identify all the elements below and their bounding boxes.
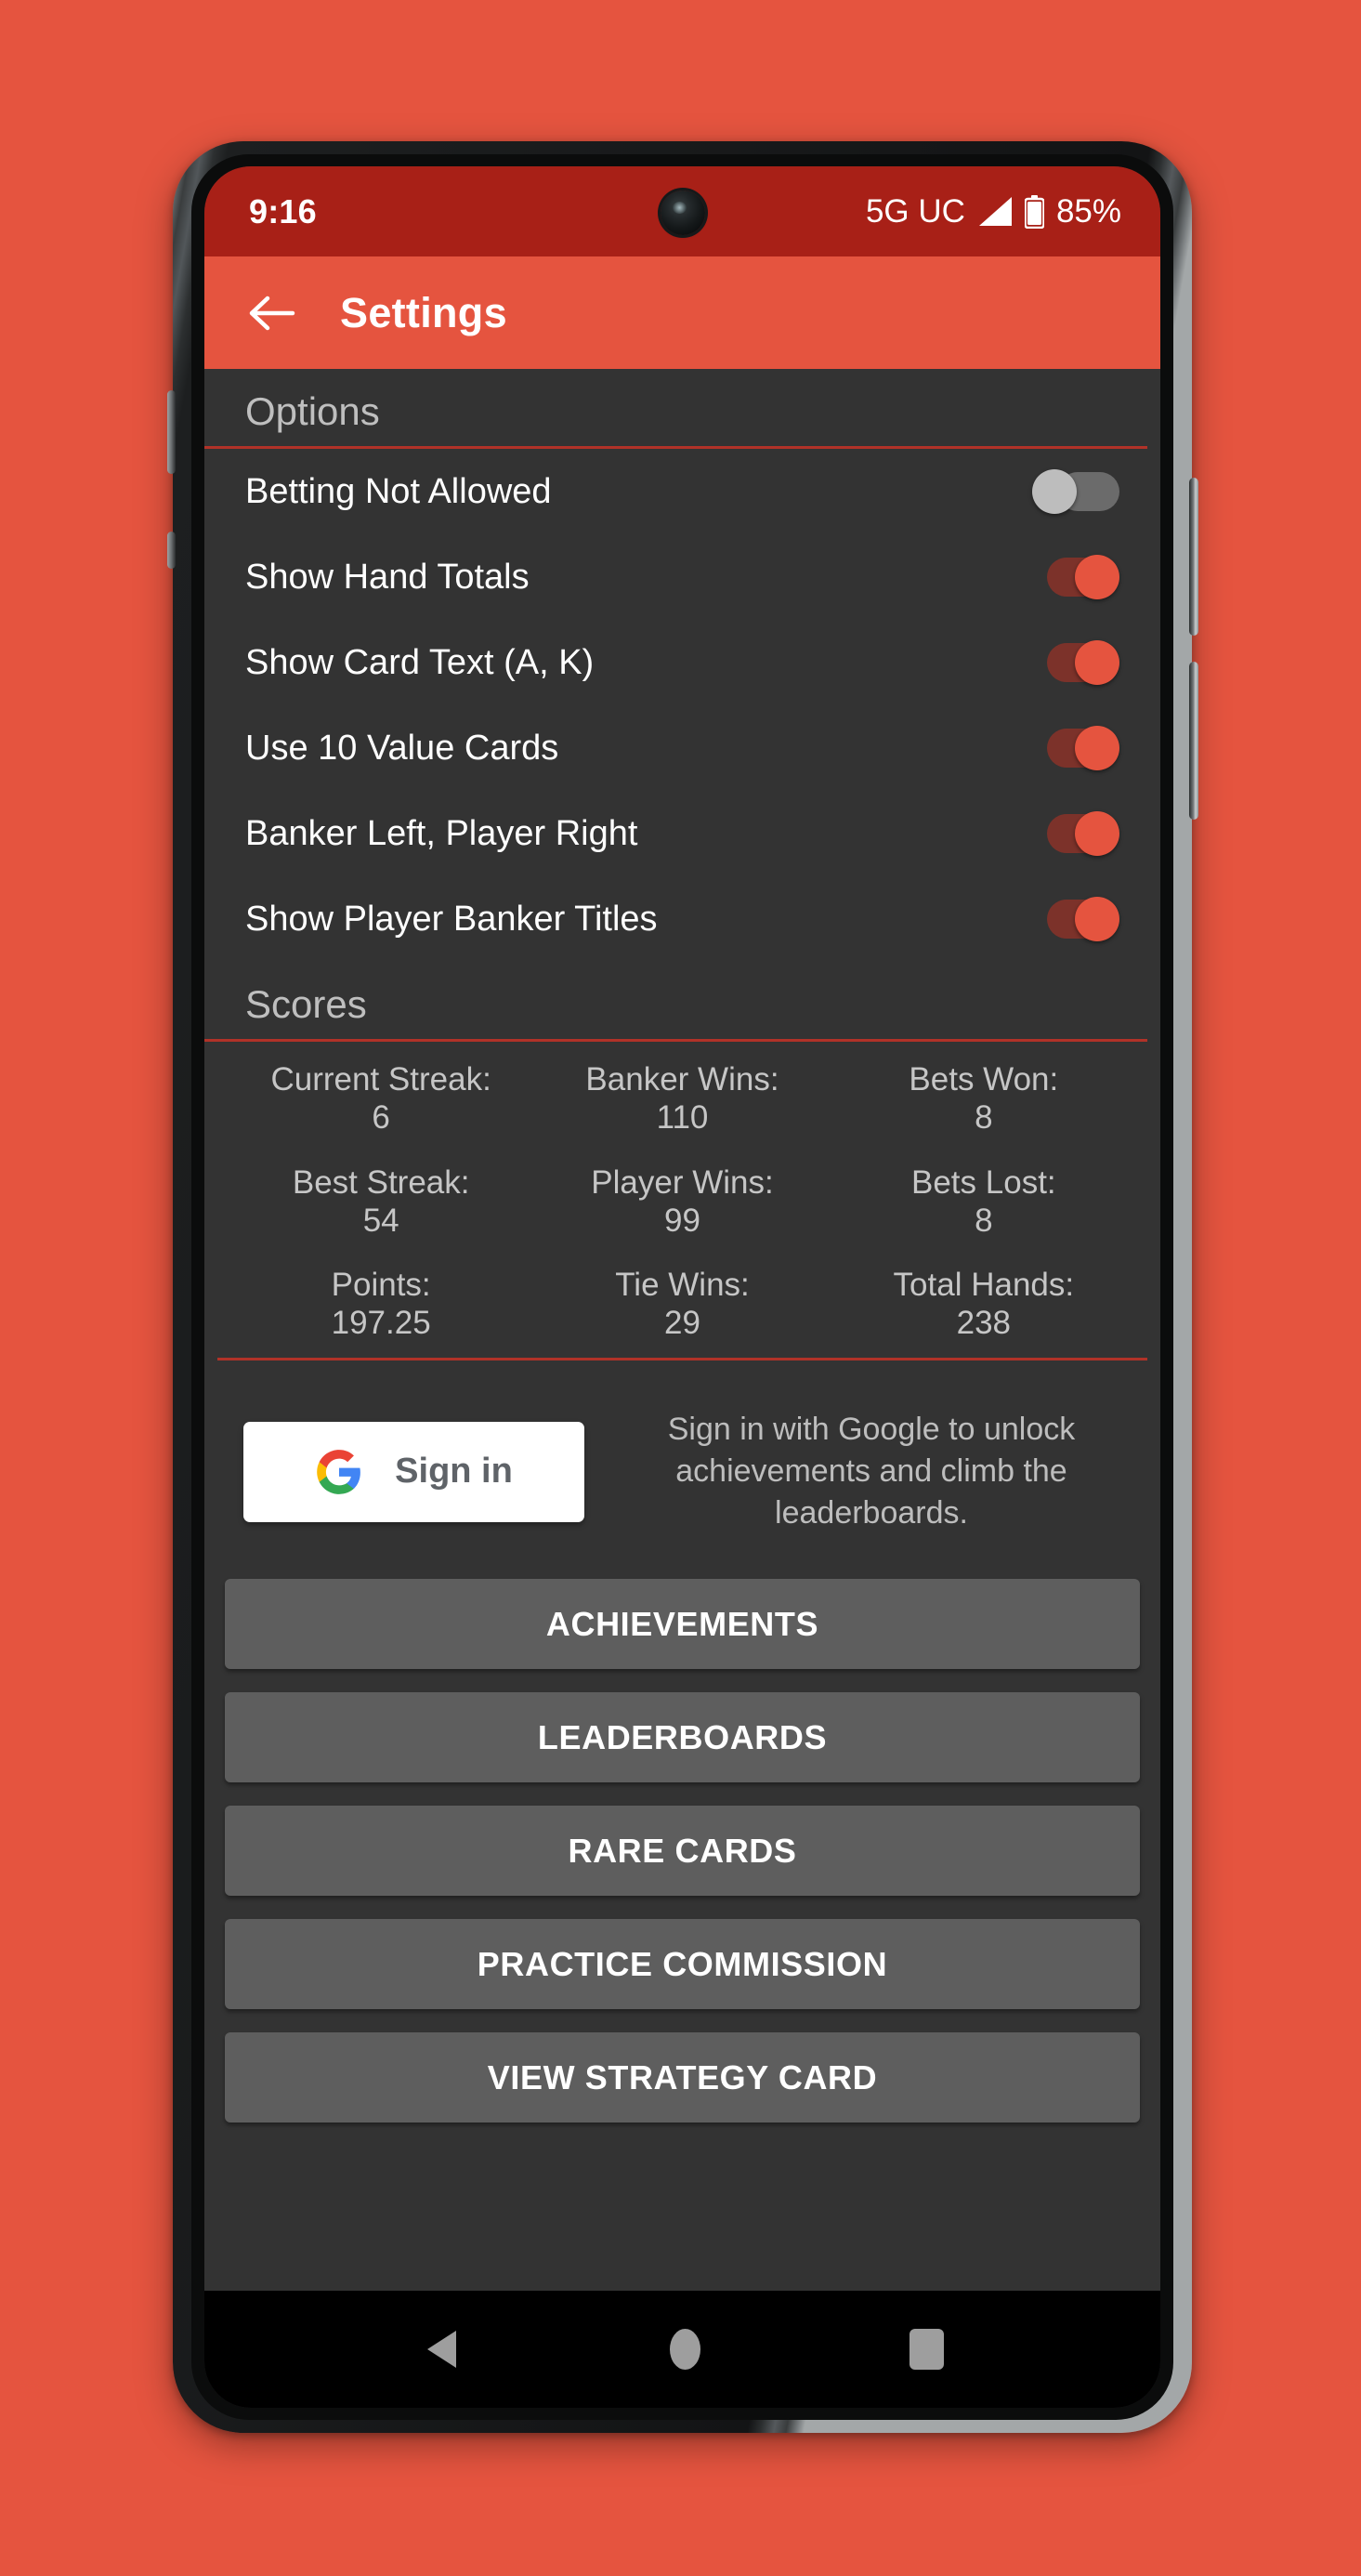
phone-screen: 9:16 5G UC 85% Settings Options Betting … [204, 166, 1160, 2408]
nav-back-icon[interactable] [421, 2327, 461, 2372]
toggle-thumb [1032, 469, 1077, 514]
status-bar-clock: 9:16 [249, 191, 317, 230]
option-label: Betting Not Allowed [245, 471, 552, 511]
toggle-thumb [1075, 555, 1119, 599]
app-bar: Settings [204, 256, 1160, 369]
nav-home-icon[interactable] [669, 2329, 700, 2370]
toggle-use-10-value-cards[interactable] [1032, 726, 1119, 770]
score-label: Points: [331, 1267, 431, 1304]
scores-section-header: Scores [204, 962, 1147, 1042]
back-arrow-icon[interactable] [249, 294, 295, 333]
toggle-banker-left-player-right[interactable] [1032, 811, 1119, 856]
nav-recents-icon[interactable] [910, 2329, 945, 2370]
score-cell: Total Hands: 238 [833, 1255, 1134, 1358]
score-value: 99 [664, 1202, 700, 1239]
volume-up-button[interactable] [1189, 478, 1198, 636]
rare-cards-button[interactable]: RARE CARDS [225, 1806, 1140, 1897]
score-value: 197.25 [331, 1305, 431, 1342]
score-cell: Current Streak: 6 [230, 1049, 531, 1152]
score-label: Banker Wins: [585, 1061, 779, 1097]
option-row[interactable]: Show Card Text (A, K) [204, 620, 1147, 705]
toggle-thumb [1075, 726, 1119, 770]
score-cell: Player Wins: 99 [531, 1152, 832, 1255]
power-button[interactable] [167, 390, 176, 474]
score-label: Bets Won: [909, 1061, 1059, 1097]
sign-in-description: Sign in with Google to unlock achievemen… [667, 1411, 1076, 1531]
settings-content: Options Betting Not Allowed Show Hand To… [204, 369, 1160, 2291]
achievements-button[interactable]: ACHIEVEMENTS [225, 1579, 1140, 1670]
toggle-show-player-banker-titles[interactable] [1032, 897, 1119, 941]
google-sign-in-button[interactable]: Sign in [243, 1421, 584, 1522]
toggle-show-card-text[interactable] [1032, 640, 1119, 685]
score-value: 29 [664, 1305, 700, 1342]
status-bar-indicators: 5G UC 85% [866, 193, 1121, 230]
option-row[interactable]: Banker Left, Player Right [204, 791, 1147, 876]
front-camera-punch-hole [660, 191, 705, 235]
option-row[interactable]: Betting Not Allowed [204, 449, 1147, 534]
signal-triangle-icon [978, 197, 1012, 226]
page-title: Settings [340, 288, 507, 336]
score-value: 238 [956, 1305, 1012, 1342]
option-label: Show Hand Totals [245, 557, 530, 597]
score-value: 6 [372, 1099, 390, 1137]
google-sign-in-label: Sign in [395, 1452, 513, 1492]
score-value: 54 [362, 1202, 399, 1239]
score-value: 8 [975, 1099, 993, 1137]
view-strategy-card-button[interactable]: VIEW STRATEGY CARD [225, 2032, 1140, 2123]
power-button-secondary[interactable] [167, 532, 176, 569]
option-label: Show Player Banker Titles [245, 899, 658, 939]
battery-icon [1024, 194, 1044, 229]
network-label: 5G UC [865, 192, 965, 230]
score-cell: Points: 197.25 [230, 1255, 531, 1358]
option-label: Banker Left, Player Right [245, 813, 638, 853]
score-cell: Tie Wins: 29 [531, 1255, 832, 1358]
google-signin-block: Sign in Sign in with Google to unlock ac… [204, 1360, 1160, 1580]
score-cell: Best Streak: 54 [230, 1152, 531, 1255]
scores-grid: Current Streak: 6 Banker Wins: 110 Bets … [217, 1042, 1147, 1360]
toggle-thumb [1075, 897, 1119, 941]
android-nav-bar [204, 2291, 1160, 2408]
score-cell: Bets Lost: 8 [833, 1152, 1134, 1255]
leaderboards-button[interactable]: LEADERBOARDS [225, 1692, 1140, 1783]
options-list: Betting Not Allowed Show Hand Totals Sho… [204, 449, 1160, 962]
option-row[interactable]: Show Hand Totals [204, 534, 1147, 620]
score-cell: Bets Won: 8 [833, 1049, 1134, 1152]
score-label: Current Streak: [270, 1061, 491, 1097]
toggle-thumb [1075, 811, 1119, 856]
google-g-icon [317, 1449, 361, 1494]
score-value: 110 [656, 1099, 709, 1137]
toggle-show-hand-totals[interactable] [1032, 555, 1119, 599]
score-label: Tie Wins: [615, 1267, 750, 1304]
toggle-thumb [1075, 640, 1119, 685]
options-section-header: Options [204, 369, 1147, 449]
option-label: Show Card Text (A, K) [245, 642, 595, 682]
toggle-betting-not-allowed[interactable] [1032, 469, 1119, 514]
phone-frame: 9:16 5G UC 85% Settings Options Betting … [167, 141, 1198, 2433]
status-bar: 9:16 5G UC 85% [204, 166, 1160, 256]
battery-percent-label: 85% [1055, 192, 1121, 230]
option-row[interactable]: Show Player Banker Titles [204, 876, 1147, 962]
score-label: Total Hands: [893, 1267, 1075, 1304]
score-value: 8 [975, 1202, 993, 1239]
score-label: Player Wins: [591, 1163, 774, 1201]
score-cell: Banker Wins: 110 [531, 1049, 832, 1152]
option-row[interactable]: Use 10 Value Cards [204, 705, 1147, 791]
score-label: Best Streak: [292, 1163, 470, 1201]
action-buttons-list: ACHIEVEMENTS LEADERBOARDS RARE CARDS PRA… [204, 1579, 1160, 2123]
volume-down-button[interactable] [1189, 662, 1198, 820]
option-label: Use 10 Value Cards [245, 728, 559, 768]
practice-commission-button[interactable]: PRACTICE COMMISSION [225, 1919, 1140, 2010]
score-label: Bets Lost: [911, 1163, 1056, 1201]
